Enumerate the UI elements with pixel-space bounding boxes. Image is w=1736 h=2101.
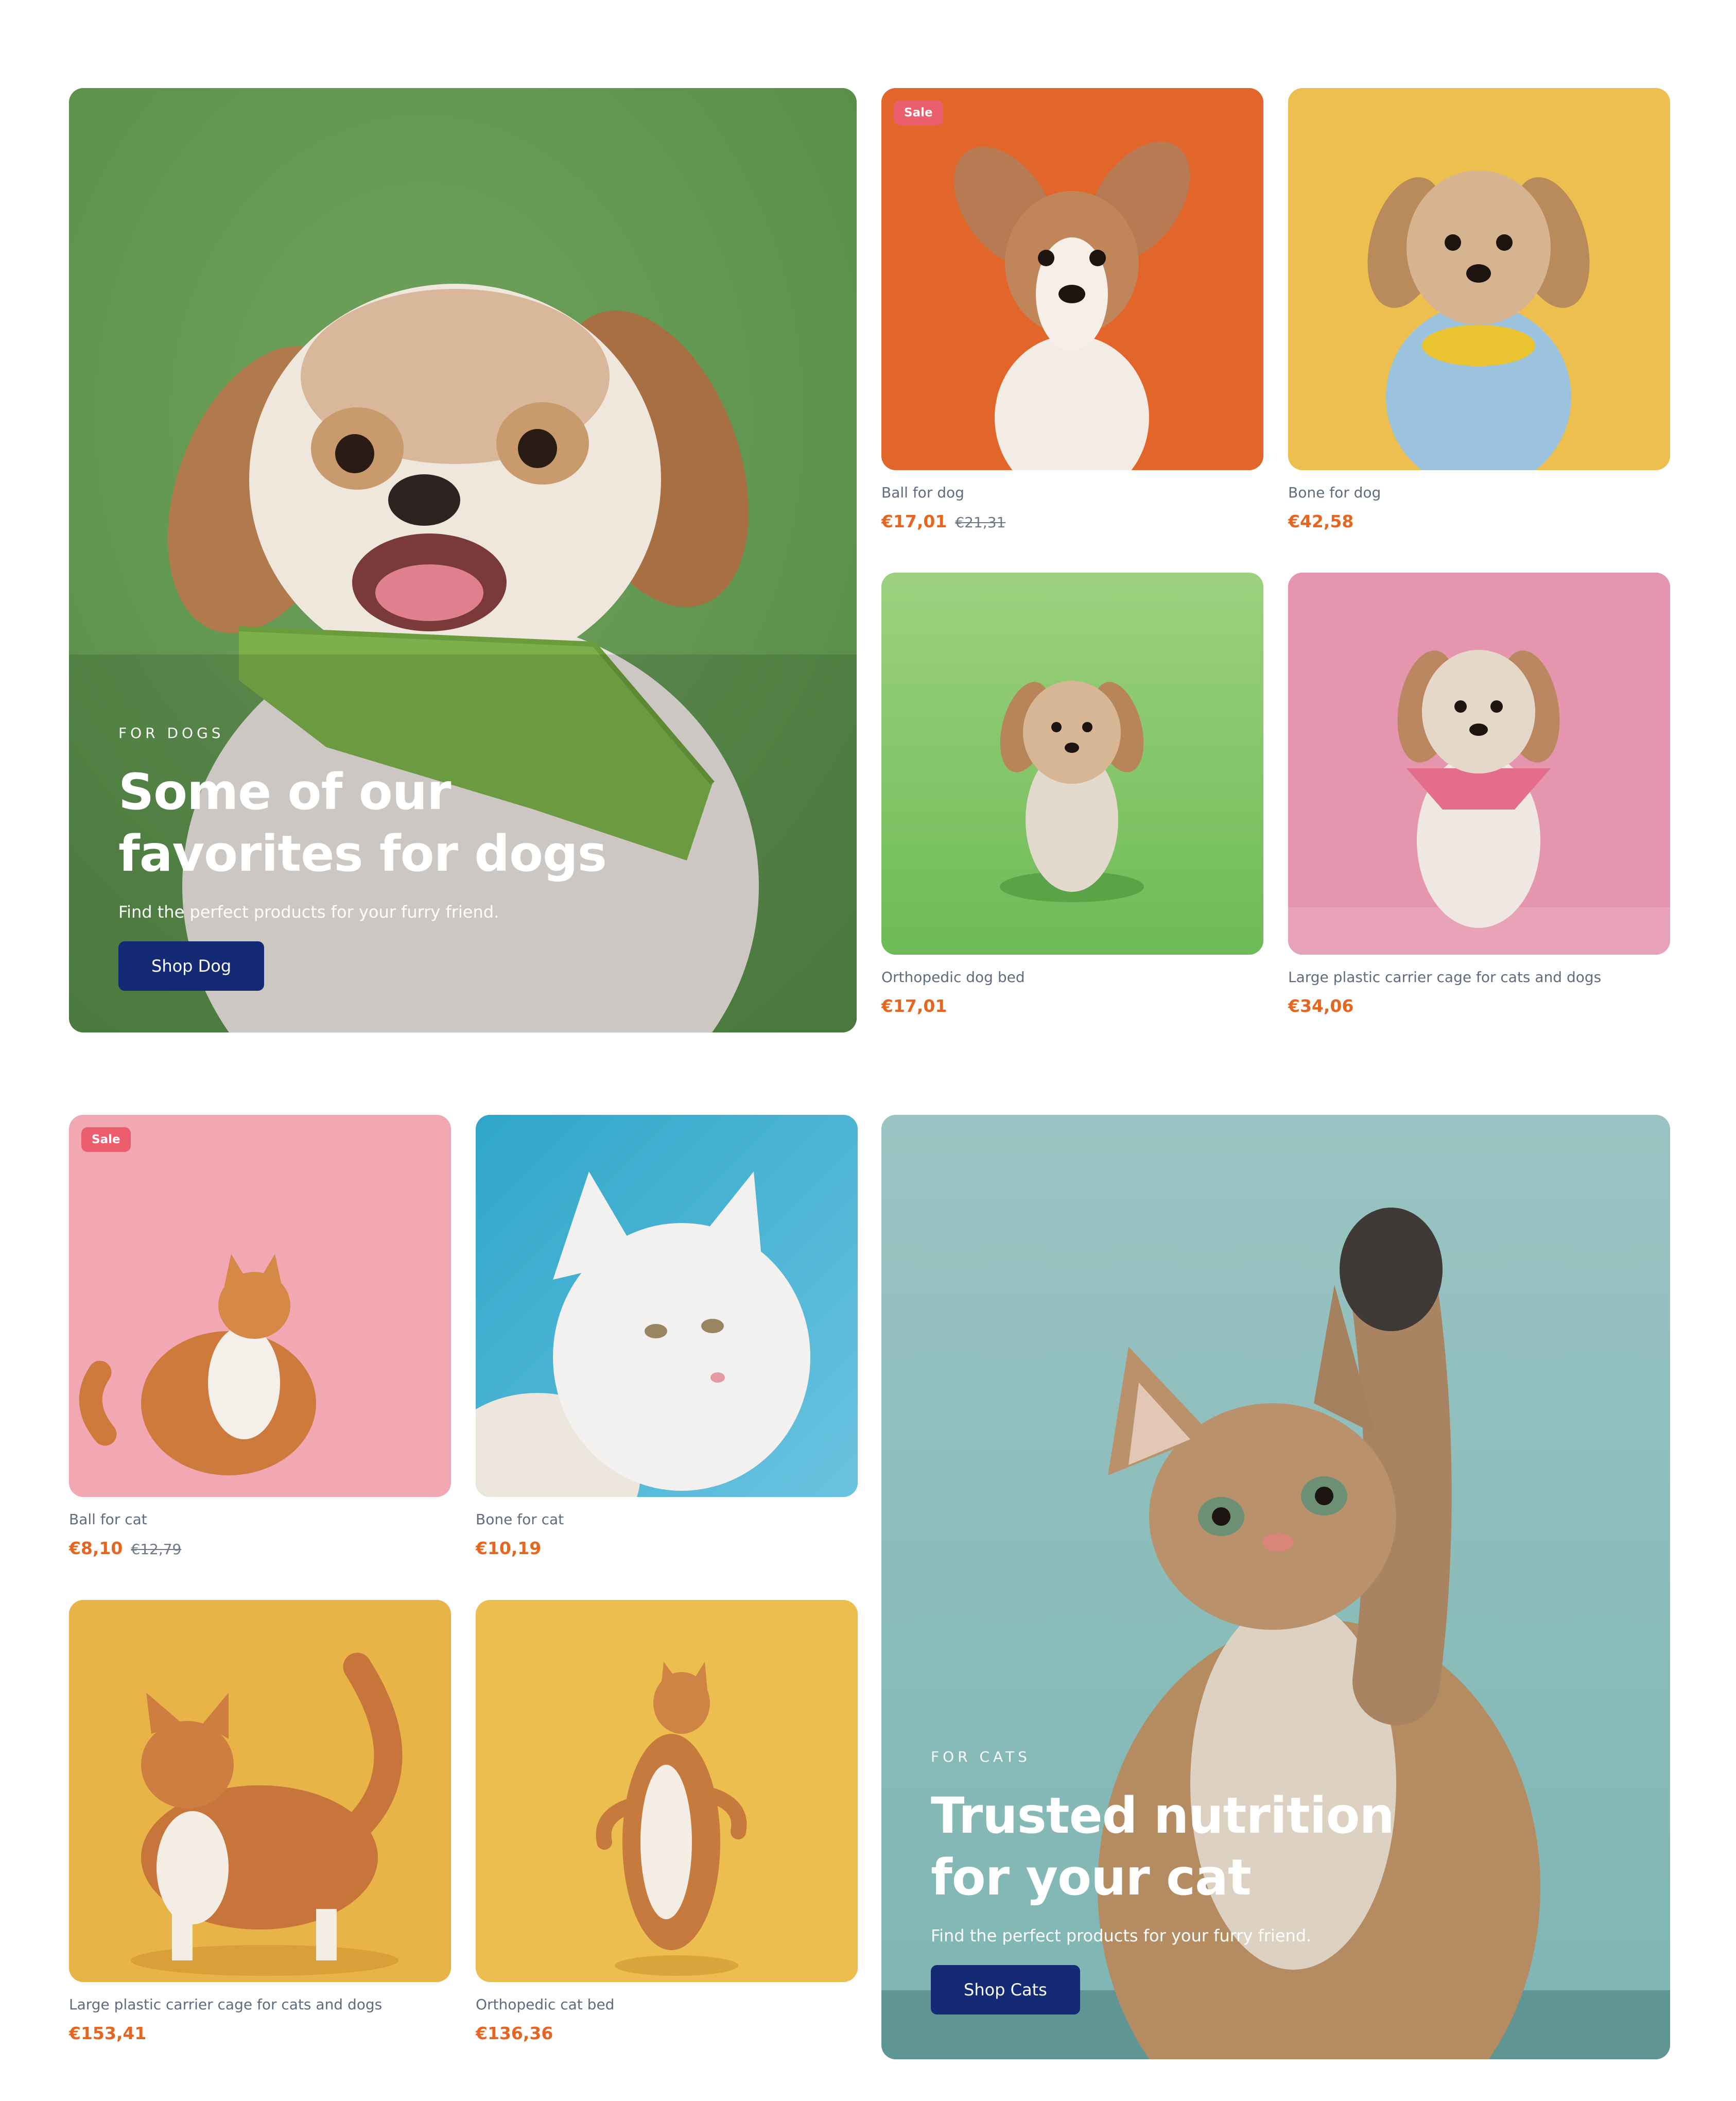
product-name[interactable]: Orthopedic cat bed: [476, 1996, 614, 2013]
product-name[interactable]: Orthopedic dog bed: [881, 969, 1025, 986]
cat-photo: [476, 1600, 858, 1982]
price-current: €10,19: [476, 1538, 542, 1558]
shop-dog-button[interactable]: Shop Dog: [118, 941, 265, 991]
shop-cats-button[interactable]: Shop Cats: [931, 1965, 1080, 2014]
price-current: €42,58: [1288, 511, 1354, 531]
cat-photo: [69, 1600, 451, 1982]
product-name[interactable]: Bone for cat: [476, 1511, 564, 1528]
product-price: €136,36: [476, 2023, 553, 2043]
product-card-bone-for-cat[interactable]: [476, 1115, 858, 1497]
cat-photo: [69, 1115, 451, 1497]
price-current: €34,06: [1288, 996, 1354, 1016]
product-name[interactable]: Large plastic carrier cage for cats and …: [69, 1996, 382, 2013]
dogs-hero-banner: FOR DOGS Some of our favorites for dogs …: [69, 88, 857, 1032]
dog-photo: [881, 573, 1263, 955]
product-price: €153,41: [69, 2023, 146, 2043]
price-current: €153,41: [69, 2023, 147, 2043]
dogs-hero-subtitle: Find the perfect products for your furry…: [118, 902, 499, 922]
product-price: €8,10 €12,79: [69, 1538, 181, 1558]
price-current: €17,01: [881, 996, 947, 1016]
product-price: €42,58: [1288, 511, 1353, 531]
price-original: €12,79: [131, 1541, 182, 1558]
dogs-eyebrow: FOR DOGS: [118, 725, 224, 742]
dog-photo: [881, 88, 1263, 470]
product-name[interactable]: Ball for dog: [881, 484, 964, 501]
product-card-ball-for-dog[interactable]: Sale: [881, 88, 1263, 470]
product-name[interactable]: Bone for dog: [1288, 484, 1381, 501]
dogs-hero-title: Some of our favorites for dogs: [118, 763, 607, 883]
product-price: €17,01: [881, 996, 947, 1016]
product-card-orthopedic-cat-bed[interactable]: [476, 1600, 858, 1982]
sale-badge: Sale: [894, 100, 943, 125]
product-name[interactable]: Ball for cat: [69, 1511, 147, 1528]
product-card-carrier-cage-cat[interactable]: [69, 1600, 451, 1982]
product-price: €34,06: [1288, 996, 1353, 1016]
product-name[interactable]: Large plastic carrier cage for cats and …: [1288, 969, 1601, 986]
product-price: €17,01 €21,31: [881, 511, 1005, 531]
cat-photo: [476, 1115, 858, 1497]
product-card-orthopedic-dog-bed[interactable]: [881, 573, 1263, 955]
cats-hero-subtitle: Find the perfect products for your furry…: [931, 1926, 1312, 1945]
dog-photo: [1288, 88, 1670, 470]
cats-eyebrow: FOR CATS: [931, 1748, 1031, 1765]
cats-hero-title: Trusted nutrition for your cat: [931, 1787, 1395, 1906]
price-current: €8,10: [69, 1538, 123, 1558]
price-current: €136,36: [476, 2023, 553, 2043]
dog-photo: [1288, 573, 1670, 955]
sale-badge: Sale: [81, 1127, 131, 1152]
product-card-carrier-cage-dog[interactable]: [1288, 573, 1670, 955]
product-price: €10,19: [476, 1538, 541, 1558]
cats-hero-banner: FOR CATS Trusted nutrition for your cat …: [881, 1115, 1670, 2059]
price-current: €17,01: [881, 511, 947, 531]
product-card-bone-for-dog[interactable]: [1288, 88, 1670, 470]
product-card-ball-for-cat[interactable]: Sale: [69, 1115, 451, 1497]
price-original: €21,31: [955, 514, 1006, 531]
